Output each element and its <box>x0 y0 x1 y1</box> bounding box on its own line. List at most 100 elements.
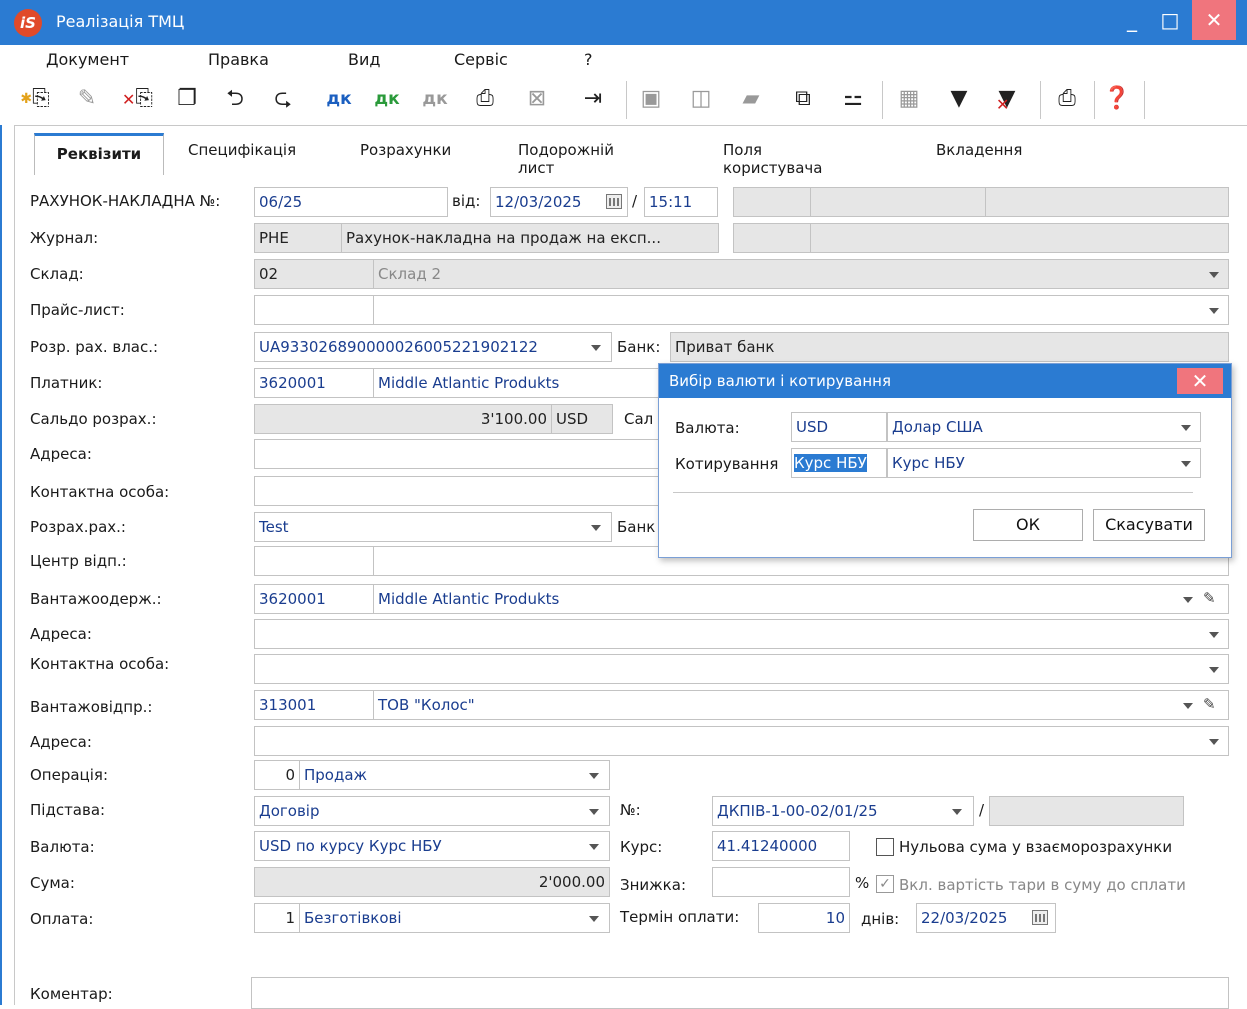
settle-account-select[interactable]: Test <box>254 512 612 542</box>
chevron-down-icon[interactable] <box>591 345 601 351</box>
menu-help[interactable]: ? <box>584 50 593 69</box>
forward-doc-icon[interactable]: ⮎ <box>268 83 298 115</box>
export-icon[interactable]: ⇥ <box>578 83 608 115</box>
dialog-currency-select[interactable]: Долар США <box>887 412 1201 442</box>
shipper-code-field[interactable]: 313001 <box>254 690 374 720</box>
payment-select[interactable]: Безготівкові <box>299 903 610 933</box>
zero-sum-checkbox[interactable] <box>876 838 894 856</box>
payer-code-field[interactable]: 3620001 <box>254 368 374 398</box>
pricelist-code-field[interactable] <box>254 295 374 325</box>
save-icon[interactable]: ▣ <box>636 83 666 115</box>
add-doc-icon[interactable]: ✱⎘ <box>20 83 50 115</box>
tab-waybill[interactable]: Подорожній лист <box>518 141 614 177</box>
chevron-down-icon[interactable] <box>1181 461 1191 467</box>
folder-icon[interactable]: ▰ <box>736 83 766 115</box>
dialog-quote-select[interactable]: Курс НБУ <box>887 448 1201 478</box>
menu-document[interactable]: Документ <box>46 50 129 69</box>
basis-select[interactable]: Договір <box>254 796 610 826</box>
delete-doc-icon[interactable]: ✕⎘ <box>122 83 153 115</box>
chevron-down-icon[interactable] <box>589 809 599 815</box>
copy-doc-icon[interactable]: ❐ <box>172 83 202 115</box>
close-button[interactable]: ✕ <box>1192 0 1236 40</box>
own-account-select[interactable]: UA933026890000026005221902122 <box>254 332 612 362</box>
dk-down-icon[interactable]: дк <box>420 83 450 115</box>
operation-code-field[interactable]: 0 <box>254 760 300 790</box>
contract-number-select[interactable]: ДКПІВ-1-00-02/01/25 <box>712 796 974 826</box>
chevron-down-icon[interactable] <box>1181 425 1191 431</box>
payer-name-field[interactable]: Middle Atlantic Produkts <box>373 368 673 398</box>
clear-filter-icon[interactable]: ▼ ✕ <box>992 83 1022 115</box>
consignee-address-select[interactable] <box>254 619 1229 649</box>
pencil-icon[interactable]: ✎ <box>1203 695 1216 713</box>
calendar-icon[interactable] <box>606 194 622 209</box>
term-field[interactable]: 10 <box>758 903 850 933</box>
link-icon[interactable]: ⧉ <box>788 83 818 115</box>
dialog-close-icon[interactable]: ✕ <box>1177 368 1223 394</box>
chevron-down-icon[interactable] <box>1209 272 1219 278</box>
book-icon[interactable]: ◫ <box>686 83 716 115</box>
maximize-button[interactable]: □ <box>1148 0 1192 40</box>
print-icon[interactable]: ⎙ <box>1052 83 1082 115</box>
chevron-down-icon[interactable] <box>952 809 962 815</box>
shipper-name-select[interactable]: ТОВ "Колос" <box>373 690 1229 720</box>
tab-specification[interactable]: Специфікація <box>188 141 296 159</box>
tab-requisites[interactable]: Реквізити <box>34 133 164 175</box>
chevron-down-icon[interactable] <box>1209 739 1219 745</box>
chevron-down-icon[interactable] <box>589 844 599 850</box>
tab-calculations[interactable]: Розрахунки <box>360 141 451 159</box>
menu-edit[interactable]: Правка <box>208 50 269 69</box>
print-preview-icon[interactable]: ⎙ <box>470 83 500 115</box>
currency-select[interactable]: USD по курсу Курс НБУ <box>254 831 610 861</box>
consignee-contact-select[interactable] <box>254 654 1229 684</box>
time-field[interactable]: 15:11 <box>644 187 718 217</box>
warehouse-name-select[interactable]: Склад 2 <box>373 259 1229 289</box>
grid-icon[interactable]: ▦ <box>894 83 924 115</box>
chevron-down-icon[interactable] <box>1183 597 1193 603</box>
chevron-down-icon[interactable] <box>1209 632 1219 638</box>
shipper-address-select[interactable] <box>254 726 1229 756</box>
help-icon[interactable]: ❓ <box>1102 83 1132 115</box>
pencil-icon[interactable]: ✎ <box>1203 589 1216 607</box>
menu-view[interactable]: Вид <box>348 50 380 69</box>
payment-code-field[interactable]: 1 <box>254 903 300 933</box>
ok-button[interactable]: ОК <box>973 509 1083 541</box>
menu-service[interactable]: Сервіс <box>454 50 508 69</box>
dk-icon[interactable]: дк <box>324 83 354 115</box>
dialog-quote-code-field[interactable]: Курс НБУ <box>791 448 887 478</box>
rate-label: Курс: <box>620 838 663 856</box>
discount-field[interactable] <box>712 867 850 897</box>
days-label: днів: <box>861 910 900 928</box>
dialog-currency-code-field[interactable]: USD <box>791 412 887 442</box>
invoice-number-field[interactable]: 06/25 <box>254 187 448 217</box>
chevron-down-icon[interactable] <box>1209 308 1219 314</box>
filter-icon[interactable]: ▼ <box>944 83 974 115</box>
chevron-down-icon[interactable] <box>589 773 599 779</box>
calendar-icon[interactable] <box>1032 910 1048 925</box>
consignee-code-field[interactable]: 3620001 <box>254 584 374 614</box>
chevron-down-icon[interactable] <box>589 916 599 922</box>
cancel-button[interactable]: Скасувати <box>1093 509 1205 541</box>
hierarchy-icon[interactable]: ⚍ <box>838 83 868 115</box>
own-account-label: Розр. рах. влас.: <box>30 338 159 356</box>
comment-field[interactable] <box>251 977 1229 1009</box>
contact-field[interactable] <box>254 476 664 506</box>
center-code-field[interactable] <box>254 546 374 576</box>
tab-user-fields[interactable]: Поля користувача <box>723 141 822 177</box>
return-doc-icon[interactable]: ⮌ <box>220 83 250 115</box>
payment-label: Оплата: <box>30 910 94 928</box>
chevron-down-icon[interactable] <box>591 525 601 531</box>
operation-select[interactable]: Продаж <box>299 760 610 790</box>
address-field[interactable] <box>254 439 664 469</box>
chevron-down-icon[interactable] <box>1183 703 1193 709</box>
rate-field[interactable]: 41.41240000 <box>712 831 850 861</box>
consignee-name-select[interactable]: Middle Atlantic Produkts <box>373 584 1229 614</box>
edit-doc-icon[interactable]: ✎ <box>72 83 102 115</box>
cancel-icon[interactable]: ⊠ <box>522 83 552 115</box>
tab-attachments[interactable]: Вкладення <box>936 141 1022 159</box>
tare-checkbox[interactable]: ✓ <box>876 875 894 893</box>
comment-label: Коментар: <box>30 985 113 1003</box>
menu-bar: Документ Правка Вид Сервіс ? <box>0 45 1247 73</box>
dk-up-icon[interactable]: дк <box>372 83 402 115</box>
chevron-down-icon[interactable] <box>1209 667 1219 673</box>
pricelist-name-select[interactable] <box>373 295 1229 325</box>
